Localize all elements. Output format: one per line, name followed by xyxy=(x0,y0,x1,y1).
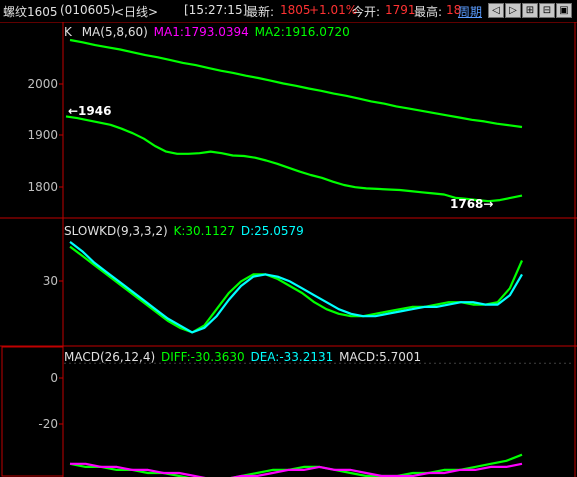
price-tick-1800: 1800 xyxy=(27,180,58,194)
open-value: 1791 xyxy=(385,3,416,17)
high-note: ←1946 xyxy=(68,104,112,118)
macd-tick-minus20: -20 xyxy=(38,417,58,431)
kd-tick-30: 30 xyxy=(42,274,58,288)
ma-label: MA(5,8,60) xyxy=(81,25,148,39)
next-icon[interactable]: ▷ xyxy=(505,3,521,18)
cycle-link[interactable]: 周期 xyxy=(458,3,482,20)
price-tick-1900: 1900 xyxy=(27,128,58,142)
kd-d-value: D:25.0579 xyxy=(240,224,304,238)
chart-canvas xyxy=(0,21,577,477)
clock-time: [15:27:15] xyxy=(184,3,248,17)
latest-label: 最新: xyxy=(246,5,275,19)
kd-k-line xyxy=(69,245,524,334)
zoom-out-icon[interactable]: ⊟ xyxy=(539,3,555,18)
kd-d-line xyxy=(69,241,523,334)
ma1-line xyxy=(65,115,523,203)
macd-dea-line xyxy=(70,462,523,477)
symbol-code: (010605) xyxy=(60,3,116,17)
macd-diff-line xyxy=(69,453,523,477)
high-label: 最高: xyxy=(414,5,443,19)
macd-legend: MACD(26,12,4) DIFF:-30.3630 DEA:-33.2131… xyxy=(64,350,421,364)
prev-icon[interactable]: ◁ xyxy=(488,3,504,18)
symbol-name: 螺纹1605 xyxy=(3,5,58,19)
ma2-line xyxy=(69,38,523,129)
macd-dea-value: DEA:-33.2131 xyxy=(250,350,334,364)
price-legend: K MA(5,8,60) MA1:1793.0394 MA2:1916.0720 xyxy=(64,25,350,39)
latest-value: 1805 xyxy=(280,3,311,17)
restore-icon[interactable]: ▣ xyxy=(556,3,572,18)
open-label: 今开: xyxy=(352,5,381,19)
zoom-in-icon[interactable]: ⊞ xyxy=(522,3,538,18)
kd-title: SLOWKD(9,3,3,2) xyxy=(64,224,168,238)
price-tick-2000: 2000 xyxy=(27,77,58,91)
macd-tick-0: 0 xyxy=(50,371,58,385)
ma2-value: MA2:1916.0720 xyxy=(254,25,350,39)
macd-title: MACD(26,12,4) xyxy=(64,350,156,364)
kd-legend: SLOWKD(9,3,3,2) K:30.1127 D:25.0579 xyxy=(64,224,304,238)
macd-axis-box xyxy=(1,346,64,477)
k-label: K xyxy=(64,25,72,39)
period-label[interactable]: <日线> xyxy=(114,3,158,20)
low-note: 1768→ xyxy=(450,197,494,211)
kd-k-value: K:30.1127 xyxy=(173,224,236,238)
macd-diff-value: DIFF:-30.3630 xyxy=(160,350,245,364)
ma1-value: MA1:1793.0394 xyxy=(153,25,249,39)
macd-macd-value: MACD:5.7001 xyxy=(339,350,422,364)
change-percent: +1.01% xyxy=(309,3,358,17)
title-bar: 螺纹1605 (010605) <日线> [15:27:15] 最新: 1805… xyxy=(0,0,577,22)
